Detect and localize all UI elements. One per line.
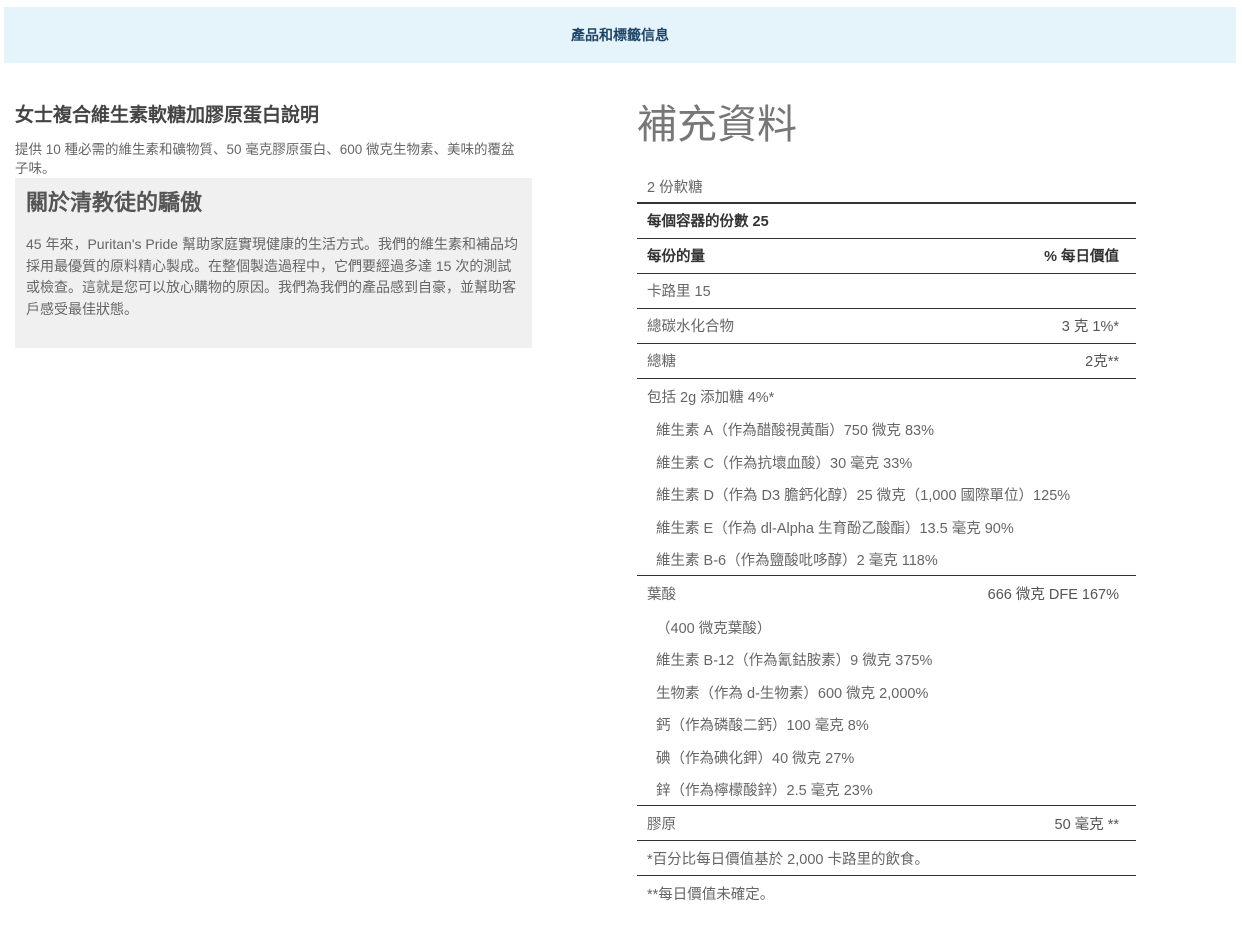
product-info-tab[interactable]: 產品和標籤信息 — [4, 7, 1236, 63]
calcium: 鈣（作為磷酸二鈣）100 毫克 8% — [656, 718, 869, 735]
product-description: 提供 10 種必需的維生素和礦物質、50 毫克膠原蛋白、600 微克生物素、美味… — [15, 142, 515, 176]
product-title: 女士複合維生素軟糖加膠原蛋白說明 — [15, 105, 320, 126]
carbs-row: 總碳水化合物 3 克 1%* — [637, 309, 1136, 344]
calories: 卡路里 15 — [647, 284, 711, 300]
serving-size-row: 2 份軟糖 — [637, 171, 1136, 204]
iodine: 碘（作為碘化鉀）40 微克 27% — [656, 750, 855, 767]
supplement-facts-panel: 補充資料 2 份軟糖 每個容器的份數 25 每份的量 % 每日價值 卡路里 15… — [637, 100, 1136, 911]
calcium-row: 鈣（作為磷酸二鈣）100 毫克 8% — [637, 709, 1136, 742]
carbs-value: 3 克 1%* — [1061, 319, 1119, 335]
vitamin-d: 維生素 D（作為 D3 膽鈣化醇）25 微克（1,000 國際單位）125% — [656, 488, 1071, 505]
vitamin-b6: 維生素 B-6（作為鹽酸吡哆醇）2 毫克 118% — [656, 552, 938, 569]
calories-row: 卡路里 15 — [637, 274, 1136, 309]
added-sugars: 包括 2g 添加糖 4%* — [647, 389, 775, 406]
servings-per-container-row: 每個容器的份數 25 — [637, 204, 1136, 239]
collagen-label: 膠原 — [647, 816, 676, 833]
serving-size: 2 份軟糖 — [647, 179, 703, 196]
product-info-tab-label: 產品和標籤信息 — [571, 27, 669, 43]
about-text: 45 年來，Puritan's Pride 幫助家庭實現健康的生活方式。我們的維… — [26, 236, 518, 317]
iodine-row: 碘（作為碘化鉀）40 微克 27% — [637, 741, 1136, 774]
biotin: 生物素（作為 d-生物素）600 微克 2,000% — [656, 685, 929, 702]
amount-per-serving-label: 每份的量 — [647, 249, 705, 265]
added-sugars-row: 包括 2g 添加糖 4%* — [637, 379, 1136, 414]
folic-acid-row: （400 微克葉酸） — [637, 611, 1136, 644]
zinc-row: 鋅（作為檸檬酸鋅）2.5 毫克 23% — [637, 774, 1136, 806]
footnote-daily-value: *百分比每日價值基於 2,000 卡路里的飲食。 — [647, 851, 929, 868]
servings-per-container: 每個容器的份數 25 — [647, 214, 769, 230]
vitamin-b12: 維生素 B-12（作為氰鈷胺素）9 微克 375% — [656, 653, 933, 670]
biotin-row: 生物素（作為 d-生物素）600 微克 2,000% — [637, 676, 1136, 709]
product-description-section: 女士複合維生素軟糖加膠原蛋白說明 提供 10 種必需的維生素和礦物質、50 毫克… — [15, 100, 532, 348]
sugars-value: 2克** — [1085, 354, 1119, 370]
vitamin-b12-row: 維生素 B-12（作為氰鈷胺素）9 微克 375% — [637, 644, 1136, 677]
carbs-label: 總碳水化合物 — [647, 319, 734, 335]
about-title: 關於清教徒的驕傲 — [26, 190, 203, 215]
sugars-label: 總糖 — [647, 354, 676, 370]
sugars-row: 總糖 2克** — [637, 344, 1136, 379]
folate-value: 666 微克 DFE 167% — [987, 587, 1119, 603]
footnote-row-2: **每日價值未確定。 — [637, 876, 1136, 911]
vitamin-d-row: 維生素 D（作為 D3 膽鈣化醇）25 微克（1,000 國際單位）125% — [637, 479, 1136, 512]
folic-acid: （400 微克葉酸） — [656, 620, 772, 637]
supplement-facts-title: 補充資料 — [637, 103, 797, 147]
daily-value-header: % 每日價值 — [1044, 249, 1119, 265]
footnote-not-established: **每日價值未確定。 — [647, 887, 775, 903]
about-brand-box: 關於清教徒的驕傲 45 年來，Puritan's Pride 幫助家庭實現健康的… — [15, 178, 532, 348]
vitamin-a-row: 維生素 A（作為醋酸視黃酯）750 微克 83% — [637, 414, 1136, 447]
zinc: 鋅（作為檸檬酸鋅）2.5 毫克 23% — [656, 782, 873, 799]
footnote-row-1: *百分比每日價值基於 2,000 卡路里的飲食。 — [637, 841, 1136, 876]
vitamin-e-row: 維生素 E（作為 dl-Alpha 生育酚乙酸酯）13.5 毫克 90% — [637, 511, 1136, 544]
collagen-row: 膠原 50 毫克 ** — [637, 806, 1136, 841]
vitamin-c-row: 維生素 C（作為抗壞血酸）30 毫克 33% — [637, 446, 1136, 479]
vitamin-e: 維生素 E（作為 dl-Alpha 生育酚乙酸酯）13.5 毫克 90% — [656, 520, 1014, 537]
vitamin-b6-row: 維生素 B-6（作為鹽酸吡哆醇）2 毫克 118% — [637, 544, 1136, 576]
amount-header-row: 每份的量 % 每日價值 — [637, 239, 1136, 274]
collagen-value: 50 毫克 ** — [1054, 816, 1119, 833]
vitamin-a: 維生素 A（作為醋酸視黃酯）750 微克 83% — [656, 423, 934, 440]
folate-label: 葉酸 — [647, 587, 676, 603]
vitamin-c: 維生素 C（作為抗壞血酸）30 毫克 33% — [656, 455, 913, 472]
folate-row: 葉酸 666 微克 DFE 167% — [637, 576, 1136, 611]
